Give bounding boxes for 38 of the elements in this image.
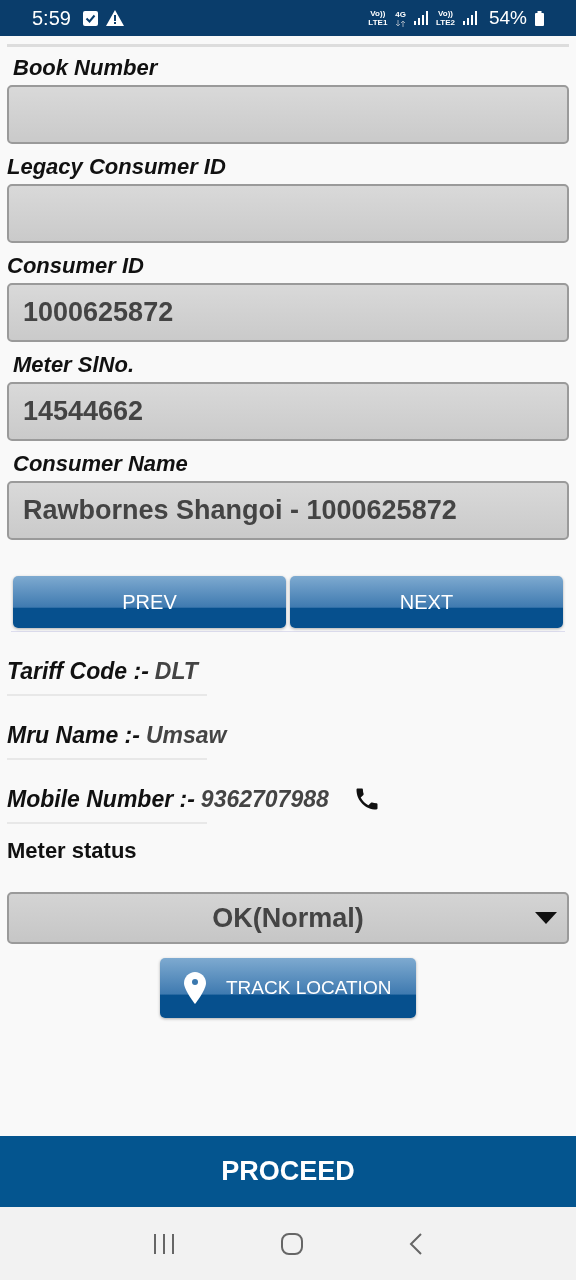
field-label: Consumer Name — [12, 450, 189, 478]
info-label: Mobile Number :- — [7, 785, 195, 813]
data-arrows-icon — [396, 19, 406, 27]
info-value: DLT — [154, 657, 198, 685]
info-label: Mru Name :- — [7, 721, 140, 749]
info-label: Tariff Code :- — [7, 657, 149, 685]
input-field[interactable]: Rawbornes Shangoi - 1000625872 — [7, 481, 569, 540]
input-field[interactable] — [7, 184, 569, 243]
volte-indicator: Vo)) LTE1 — [368, 9, 388, 27]
caret-icon — [535, 912, 557, 924]
nav-button[interactable]: PREV — [13, 576, 286, 628]
warning-icon — [105, 10, 124, 26]
location-pin-icon — [184, 972, 206, 1004]
field-label: Consumer ID — [7, 252, 145, 280]
battery-level: 54% — [488, 7, 527, 29]
field-label: Meter SlNo. — [12, 351, 136, 379]
battery-icon — [535, 10, 544, 26]
field-label: Legacy Consumer ID — [7, 153, 227, 181]
volte-indicator: Vo)) LTE2 — [436, 9, 455, 27]
track-location-button[interactable]: TRACK LOCATION — [160, 958, 416, 1018]
recent-apps-icon[interactable] — [152, 1232, 176, 1255]
input-field[interactable]: 14544662 — [7, 382, 569, 441]
network-indicator: 4G — [395, 9, 406, 19]
signal-icon — [414, 11, 428, 25]
input-field[interactable]: 1000625872 — [7, 283, 569, 342]
checkbox-icon — [82, 10, 98, 26]
info-value: Umsaw — [145, 721, 227, 749]
field-label: Book Number — [12, 54, 160, 82]
input-field[interactable] — [7, 85, 569, 144]
nav-button[interactable]: NEXT — [290, 576, 563, 628]
home-icon[interactable] — [280, 1231, 304, 1256]
back-icon[interactable] — [408, 1231, 424, 1256]
clock: 5:59 — [32, 6, 71, 30]
proceed-button[interactable]: PROCEED — [0, 1136, 576, 1207]
signal-icon — [462, 11, 477, 25]
meter-status-label: Meter status — [7, 837, 138, 864]
info-value: 9362707988 — [200, 785, 329, 813]
status-dropdown[interactable]: OK(Normal) — [7, 892, 569, 944]
